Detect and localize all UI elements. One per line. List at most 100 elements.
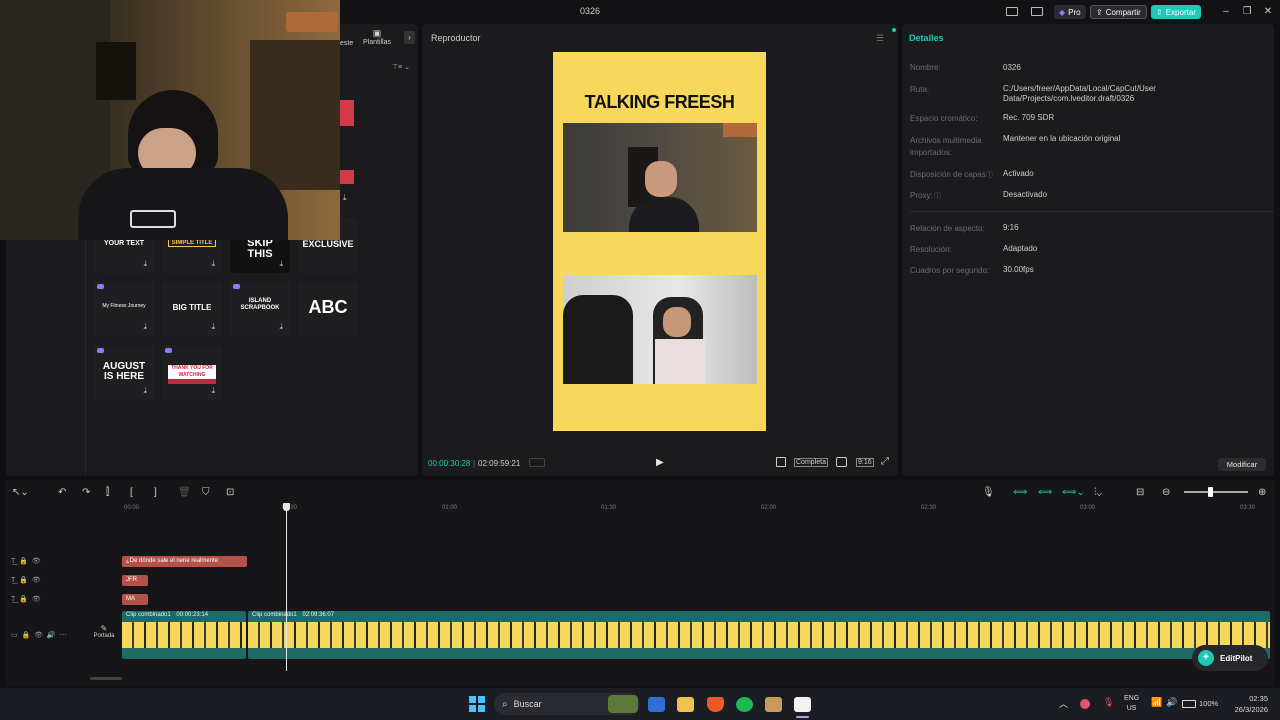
folder-icon[interactable] [677,697,694,712]
crop-tool-icon[interactable]: ⊡ [226,487,234,498]
play-icon[interactable]: ▶ [656,457,664,468]
text-track-controls[interactable]: T͟ 🔒 👁 [11,576,41,584]
tab-templates[interactable]: ▣ Plantillas [360,28,394,46]
filter-icon[interactable]: ⊤≡ ⌄ [392,63,410,71]
template-card-partial[interactable] [340,100,354,126]
app-title: 0326 [579,6,601,16]
template-card-partial[interactable] [340,170,354,184]
download-icon[interactable]: ⤓ [211,259,215,269]
playhead-handle[interactable] [283,503,290,511]
split-icon[interactable]: ⫿ [106,487,109,498]
chevron-up-icon[interactable]: ︿ [1059,697,1068,710]
magnet-icon[interactable]: ⟺ [1038,487,1052,498]
shortcut-icon[interactable] [1031,7,1043,16]
store-icon[interactable] [648,697,665,712]
cover-button[interactable]: ✎ Portada [90,624,118,639]
split-left-icon[interactable]: [ [130,487,133,498]
detail-label: Proxy: [910,191,933,200]
screenshot-icon[interactable] [836,457,847,467]
template-card[interactable]: ABC [298,281,358,336]
text-clip[interactable]: ¿De dónde sale el nene realmente [122,556,247,567]
menu-icon[interactable]: ☰ [876,33,884,44]
zoom-in-icon[interactable]: ⊕ [1258,487,1266,498]
template-card[interactable]: AUGUST IS HERE ⤓ [94,345,154,400]
text-track-controls[interactable]: T͟ 🔒 👁 [11,595,41,603]
template-card[interactable]: My Fitness Journey ⤓ [94,281,154,336]
download-icon[interactable]: ⤓ [211,322,215,332]
pro-button[interactable]: ◆ Pro [1054,5,1086,19]
editpilot-icon: ✦ [1198,650,1214,666]
battery-icon[interactable] [1182,700,1196,708]
capcut-icon[interactable] [794,697,811,712]
modify-button[interactable]: Modificar [1218,458,1266,471]
redo-icon[interactable]: ↷ [82,487,90,498]
select-tool-icon[interactable]: ↖⌄ [12,487,29,498]
download-icon[interactable]: ⤓ [279,322,283,332]
text-clip[interactable]: MA [122,594,148,605]
detail-value: Desactivado [1003,190,1048,199]
editpilot-button[interactable]: ✦ EditPilot [1192,645,1268,671]
shield-icon[interactable]: ⛉ [202,487,210,498]
windows-start-icon[interactable] [469,696,485,712]
video-clip[interactable]: Clip combinado1 00:00:23:14 [122,611,246,659]
tray-app-icon[interactable] [1080,699,1090,709]
download-icon[interactable]: ⤓ [143,259,147,269]
download-icon[interactable]: ⤓ [143,322,147,332]
timeline-scrollbar[interactable] [90,677,122,680]
brave-icon[interactable] [707,697,724,712]
search-banner-icon [608,695,638,713]
share-button[interactable]: ⇪ Compartir [1090,5,1147,19]
download-icon[interactable]: ⤓ [143,386,147,396]
download-icon[interactable]: ⤓ [279,259,283,269]
game-icon[interactable] [765,697,782,712]
download-icon[interactable]: ⤓ [343,193,347,203]
caption-icon[interactable]: ⊟ [1136,487,1144,498]
download-icon[interactable]: ⤓ [211,386,215,396]
tab-partial[interactable]: este [340,40,353,47]
ratio-button[interactable]: 9:16 [856,458,874,467]
detail-label: Resolución: [910,245,952,254]
chevron-right-icon[interactable]: › [404,31,415,44]
link-icon[interactable]: ⟺ [1013,487,1027,498]
text-track-controls[interactable]: T͟ 🔒 👁 [11,557,41,565]
wifi-icon[interactable]: 📶 [1151,697,1162,708]
spotify-icon[interactable] [736,697,753,712]
template-card[interactable]: THANK YOU FOR WATCHING ⤓ [162,345,222,400]
export-button[interactable]: ⇧ Exportar [1151,5,1201,19]
delete-icon[interactable]: 🗑 [178,487,191,498]
video-clip[interactable]: Clip combinado1 02:09:36:07 [248,611,1270,659]
info-icon: ⓘ [934,193,941,200]
text-clip[interactable]: JFR [122,575,148,586]
zoom-out-icon[interactable]: ⊖ [1162,487,1170,498]
microphone-icon[interactable]: 🎙 [982,487,995,498]
details-title: Detalles [909,33,944,43]
close-icon[interactable]: ✕ [1261,5,1275,19]
preview-axis-icon[interactable]: ⫶⌄ [1094,487,1102,498]
detail-label: Cuadros por segundo: [910,266,990,275]
template-text: My Fitness Journey [102,303,146,309]
template-card[interactable]: BIG TITLE ⤓ [162,281,222,336]
crop-icon[interactable] [776,457,786,467]
split-right-icon[interactable]: ] [154,487,157,498]
video-preview[interactable]: TALKING FREESH [553,52,766,431]
template-card[interactable]: ISLAND SCRAPBOOK ⤓ [230,281,290,336]
premium-badge-icon [97,348,104,353]
layout-icon[interactable] [1006,7,1018,16]
minimize-icon[interactable]: – [1219,5,1233,19]
lang-indicator[interactable]: ENG US [1124,694,1139,714]
quality-button[interactable]: Completa [794,458,828,467]
fullscreen-icon[interactable]: ⤢ [881,456,889,467]
timecode-icon[interactable] [529,458,545,467]
undo-icon[interactable]: ↶ [58,487,66,498]
zoom-slider[interactable] [1184,491,1248,493]
ruler-label: 03:00 [1080,505,1096,511]
volume-icon[interactable]: 🔊 [1166,697,1177,708]
video-track-controls[interactable]: ▭ 🔒 👁 🔊 ⋯ [11,631,67,639]
microphone-tray-icon[interactable]: 🎙 [1103,697,1114,708]
zoom-slider-handle[interactable] [1208,487,1213,497]
clock[interactable]: 02:35 26/3/2026 [1226,693,1268,715]
video-title-text: TALKING FREESH [584,92,735,112]
playhead[interactable] [286,503,287,671]
maximize-icon[interactable]: ❐ [1240,5,1254,19]
snap-icon[interactable]: ⟺⌄ [1062,487,1085,498]
